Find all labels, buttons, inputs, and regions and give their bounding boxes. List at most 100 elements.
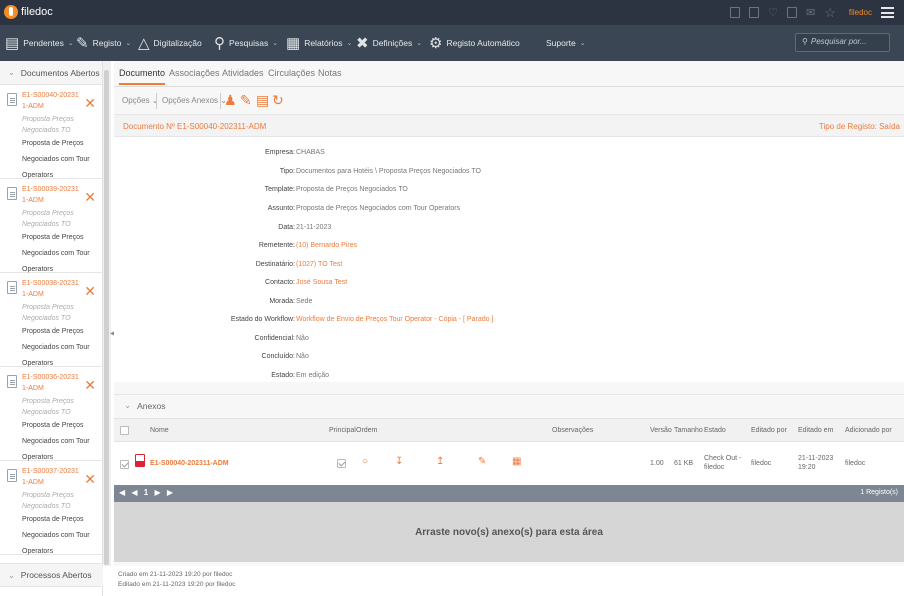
- document-icon: [7, 469, 17, 482]
- open-processes-title: Processos Abertos: [20, 570, 92, 580]
- column-nome[interactable]: Nome: [150, 427, 169, 434]
- close-icon[interactable]: ✕: [84, 471, 96, 488]
- document-description: Proposta de Preços Negociados com Tour O…: [22, 234, 90, 273]
- open-document-item[interactable]: E1-S00039-202311-ADM ✕ Proposta Preços N…: [0, 179, 102, 273]
- auto-register-icon: ⚙: [429, 35, 443, 52]
- column-estado[interactable]: Estado: [704, 427, 726, 434]
- upload-icon[interactable]: ↥: [436, 456, 444, 467]
- menu-pendentes[interactable]: ▤ Pendentes ⌄: [5, 25, 74, 61]
- edit-pencil-icon[interactable]: ✎: [478, 456, 486, 467]
- anexo-name-link[interactable]: E1-S00040-202311-ADM: [150, 460, 229, 467]
- menu-relatorios[interactable]: ▦ Relatórios ⌄: [286, 25, 352, 61]
- document-tabs: Documento Associações Atividades Circula…: [114, 61, 904, 87]
- document-number-link[interactable]: E1-S00040-202311-ADM: [22, 90, 82, 112]
- open-document-item[interactable]: E1-S00036-202311-ADM ✕ Proposta Preços N…: [0, 367, 102, 461]
- location-pin-icon[interactable]: ○: [362, 456, 368, 467]
- menu-suporte[interactable]: Suporte ⌄: [546, 25, 586, 61]
- column-observacoes[interactable]: Observações: [552, 427, 593, 434]
- last-page-icon[interactable]: ▶: [167, 488, 175, 497]
- clipboard-icon[interactable]: [787, 7, 797, 18]
- document-number-link[interactable]: E1-S00039-202311-ADM: [22, 184, 82, 206]
- open-document-item[interactable]: E1-S00040-202311-ADM ✕ Proposta Preços N…: [0, 85, 102, 179]
- opcoes-anexos-dropdown[interactable]: Opções Anexos ⌄: [162, 96, 227, 105]
- pager-nav: ◀ ◀ 1 ▶ ▶: [119, 488, 175, 497]
- document-icon[interactable]: [730, 7, 741, 18]
- field-label: Assunto:: [267, 205, 295, 212]
- document-number-link[interactable]: E1-S00036-202311-ADM: [22, 372, 82, 394]
- field-value-link[interactable]: (10) Bernardo Pires: [296, 242, 357, 249]
- field-data: Data: 21-11-2023: [114, 224, 904, 238]
- menu-registo[interactable]: ✎ Registo ⌄: [76, 25, 131, 61]
- anexos-section-header[interactable]: ⌄ Anexos: [114, 394, 904, 416]
- document-icon: [7, 93, 17, 106]
- trash-icon[interactable]: ▦: [512, 456, 521, 467]
- users-icon[interactable]: ♟: [224, 92, 237, 109]
- select-all-checkbox[interactable]: [120, 426, 129, 435]
- opcoes-dropdown[interactable]: Opções ⌄: [122, 96, 159, 105]
- field-value: Documentos para Hotéis \ Proposta Preços…: [296, 168, 481, 175]
- mail-icon[interactable]: ✉: [806, 6, 815, 19]
- download-icon[interactable]: ↧: [395, 456, 403, 467]
- search-input[interactable]: ⚲ Pesquisar por...: [795, 33, 890, 52]
- anexo-row[interactable]: E1-S00040-202311-ADM ○ ↧ ↥ ✎ ▦ 1.00 61 K…: [114, 442, 904, 485]
- opcoes-anexos-label: Opções Anexos: [162, 96, 219, 105]
- column-editado-por[interactable]: Editado por: [751, 427, 787, 434]
- column-versao[interactable]: Versão: [650, 427, 672, 434]
- field-value-link[interactable]: José Sousa Test: [296, 279, 347, 286]
- document-icon[interactable]: ▤: [256, 92, 269, 109]
- pencil-icon[interactable]: ✎: [240, 92, 252, 109]
- open-document-item[interactable]: E1-S00038-202311-ADM ✕ Proposta Preços N…: [0, 273, 102, 367]
- close-icon[interactable]: ✕: [84, 95, 96, 112]
- attachment-drop-zone[interactable]: Arraste novo(s) anexo(s) para esta área: [114, 502, 904, 562]
- open-document-item[interactable]: E1-S00037-202311-ADM ✕ Proposta Preços N…: [0, 461, 102, 555]
- column-editado-em[interactable]: Editado em: [798, 427, 833, 434]
- column-ordem[interactable]: Ordem: [356, 427, 377, 434]
- hamburger-menu-icon[interactable]: [881, 7, 894, 18]
- close-icon[interactable]: ✕: [84, 189, 96, 206]
- menu-definicoes[interactable]: ✖ Definições ⌄: [356, 25, 422, 61]
- prev-page-icon[interactable]: ◀: [131, 488, 139, 497]
- column-adicionado-por[interactable]: Adicionado por: [845, 427, 892, 434]
- next-page-icon[interactable]: ▶: [154, 488, 162, 497]
- chevron-down-icon: ⌄: [416, 40, 423, 47]
- menu-registo-automatico[interactable]: ⚙ Registo Automático: [429, 25, 520, 61]
- document-type: Proposta Preços Negociados TO: [22, 492, 74, 510]
- close-icon[interactable]: ✕: [84, 283, 96, 300]
- field-value-link[interactable]: Workflow de Envio de Preços Tour Operato…: [296, 316, 493, 323]
- menu-pesquisas[interactable]: ⚲ Pesquisas ⌄: [214, 25, 278, 61]
- opcoes-label: Opções: [122, 96, 150, 105]
- refresh-icon[interactable]: ↻: [272, 92, 284, 109]
- current-page[interactable]: 1: [144, 488, 150, 497]
- pdf-file-icon: [135, 454, 145, 467]
- pencil-icon: ✎: [76, 35, 89, 52]
- open-processes-header[interactable]: ⌄ Processos Abertos: [0, 563, 103, 587]
- chevron-down-icon: ⌄: [67, 40, 74, 47]
- user-name[interactable]: filedoc: [849, 8, 872, 17]
- principal-checkbox[interactable]: [337, 459, 346, 468]
- menu-digitalizacao[interactable]: △ Digitalização: [138, 25, 202, 61]
- left-scrollbar-thumb[interactable]: [104, 70, 109, 565]
- tab-circulacoes[interactable]: Circulações: [268, 68, 315, 78]
- close-icon[interactable]: ✕: [84, 377, 96, 394]
- tab-notas[interactable]: Notas: [318, 68, 342, 78]
- document-number-link[interactable]: E1-S00037-202311-ADM: [22, 466, 82, 488]
- first-page-icon[interactable]: ◀: [119, 488, 127, 497]
- star-icon[interactable]: ☆: [824, 5, 836, 21]
- column-tamanho[interactable]: Tamanho: [674, 427, 703, 434]
- field-value-link[interactable]: (1027) TO Test: [296, 261, 342, 268]
- bell-icon[interactable]: ♡: [768, 6, 778, 19]
- tab-associacoes[interactable]: Associações: [169, 68, 220, 78]
- field-label: Concluído:: [261, 353, 295, 360]
- field-estado-workflow: Estado do Workflow: Workflow de Envio de …: [114, 316, 904, 330]
- tab-documento[interactable]: Documento: [119, 68, 166, 85]
- open-documents-header[interactable]: ⌄ Documentos Abertos: [0, 61, 102, 85]
- document-number-link[interactable]: E1-S00038-202311-ADM: [22, 278, 82, 300]
- toolbar-divider: [156, 93, 157, 109]
- row-checkbox[interactable]: [120, 460, 129, 469]
- tab-atividades[interactable]: Atividades: [222, 68, 264, 78]
- folder-icon[interactable]: [749, 7, 760, 18]
- field-label: Destinatário:: [255, 261, 295, 268]
- field-label: Morada:: [269, 298, 295, 305]
- open-documents-title: Documentos Abertos: [20, 67, 100, 78]
- column-principal[interactable]: Principal: [329, 427, 356, 434]
